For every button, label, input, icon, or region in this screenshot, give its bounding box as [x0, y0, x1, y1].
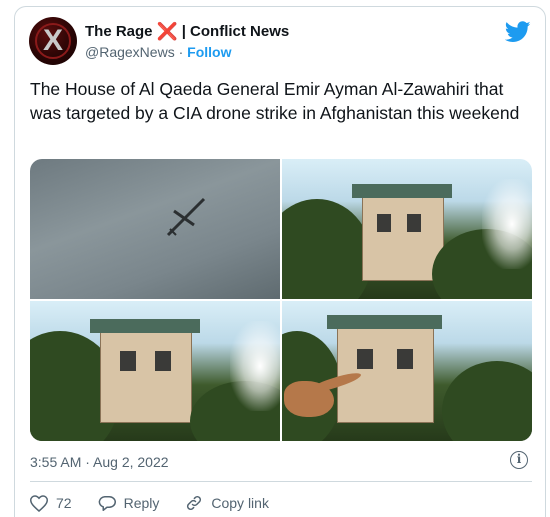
- tweet-timestamp[interactable]: 3:55 AM · Aug 2, 2022: [30, 454, 169, 470]
- sun-glare: [482, 179, 532, 269]
- heart-icon: [30, 494, 48, 512]
- reply-button[interactable]: Reply: [98, 495, 160, 512]
- drone-silhouette: [166, 197, 206, 237]
- media-grid: [30, 159, 532, 441]
- like-button[interactable]: 72: [30, 494, 72, 512]
- photo-house-2[interactable]: [30, 301, 280, 441]
- window: [155, 351, 171, 371]
- window: [120, 351, 136, 371]
- sun-glare: [230, 321, 280, 411]
- info-icon[interactable]: i: [510, 451, 528, 469]
- avatar-logo: X: [42, 24, 63, 57]
- window: [357, 349, 373, 369]
- tweet-text: The House of Al Qaeda General Emir Ayman…: [30, 79, 520, 123]
- like-count: 72: [56, 495, 72, 511]
- author-name-suffix: | Conflict News: [181, 23, 290, 40]
- twitter-bird-icon[interactable]: [505, 21, 531, 43]
- window: [407, 214, 421, 232]
- tree: [282, 199, 372, 299]
- reply-label: Reply: [123, 495, 160, 511]
- photo-house-3[interactable]: [282, 301, 532, 441]
- link-icon: [187, 495, 202, 511]
- window: [377, 214, 391, 232]
- photo-drone-sky[interactable]: [30, 159, 280, 299]
- handle-separator: ·: [178, 44, 184, 60]
- avatar[interactable]: X: [29, 17, 77, 65]
- window: [397, 349, 413, 369]
- speech-bubble-icon: [98, 495, 116, 511]
- building-roof: [352, 184, 452, 198]
- tweet-card: X The Rage ❌ | Conflict News @RagexNews …: [14, 6, 546, 517]
- cross-mark-icon: ❌: [156, 22, 178, 41]
- author-handle-row: @RagexNews · Follow: [85, 44, 231, 60]
- photo-house-1[interactable]: [282, 159, 532, 299]
- building-roof: [90, 319, 200, 333]
- building-roof: [327, 315, 442, 329]
- author-display-name: The Rage: [85, 23, 153, 40]
- divider: [30, 481, 532, 482]
- follow-button[interactable]: Follow: [187, 44, 231, 60]
- building: [100, 331, 192, 423]
- copy-link-label: Copy link: [211, 495, 269, 511]
- tweet-actions: 72 Reply Copy link: [30, 491, 295, 515]
- copy-link-button[interactable]: Copy link: [185, 494, 269, 512]
- tree: [442, 361, 532, 441]
- author-name-row[interactable]: The Rage ❌ | Conflict News: [85, 23, 289, 40]
- author-handle[interactable]: @RagexNews: [85, 44, 175, 60]
